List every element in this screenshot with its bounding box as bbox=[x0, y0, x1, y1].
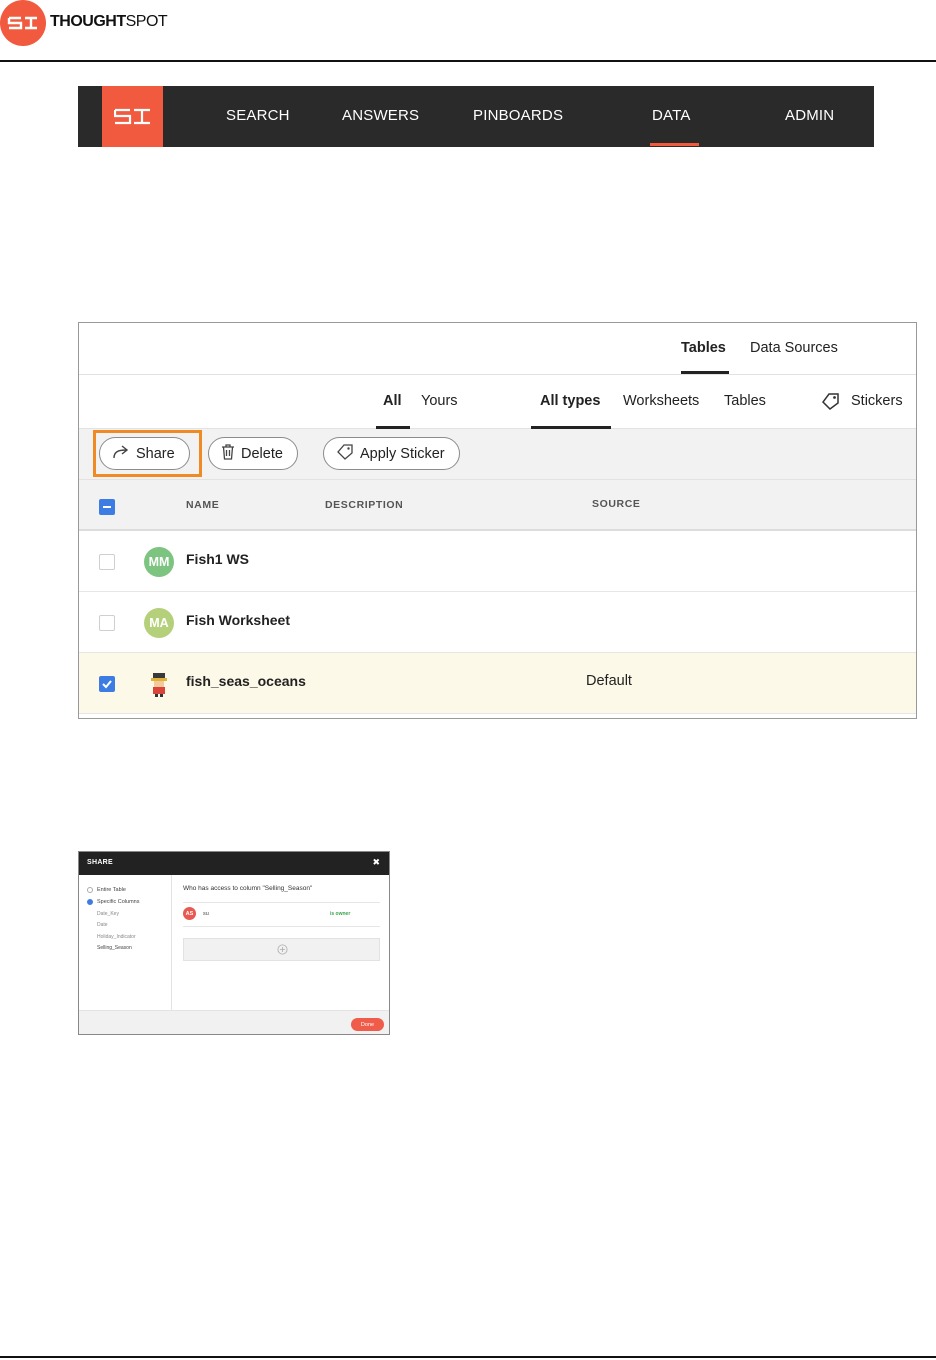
footer-rule bbox=[0, 1356, 936, 1358]
user-name: su bbox=[203, 911, 209, 917]
share-dialog-footer: Done bbox=[79, 1010, 389, 1034]
share-arrow-icon bbox=[112, 444, 130, 463]
filter-all-types[interactable]: All types bbox=[540, 393, 600, 409]
delete-button[interactable]: Delete bbox=[208, 437, 298, 470]
brand-name: THOUGHTSPOT bbox=[50, 13, 168, 31]
top-navigation-bar: SEARCH ANSWERS PINBOARDS DATA ADMIN bbox=[78, 86, 874, 147]
filter-all[interactable]: All bbox=[383, 393, 402, 409]
column-header-source[interactable]: SOURCE bbox=[592, 498, 641, 510]
avatar: MA bbox=[144, 608, 174, 638]
share-scope-sidebar: Entire Table Specific Columns Date_Key D… bbox=[79, 875, 172, 1010]
column-item[interactable]: Holiday_Indicator bbox=[97, 934, 136, 940]
column-item[interactable]: Selling_Season bbox=[97, 945, 132, 951]
minus-icon bbox=[103, 506, 111, 508]
tab-data-sources[interactable]: Data Sources bbox=[750, 340, 838, 356]
category-tabs-row: Tables Data Sources bbox=[79, 323, 916, 375]
share-button[interactable]: Share bbox=[99, 437, 190, 470]
brand-name-regular: SPOT bbox=[125, 13, 168, 30]
select-all-checkbox[interactable] bbox=[99, 499, 115, 515]
divider bbox=[183, 926, 380, 927]
action-toolbar: Share Delete Apply Sticker bbox=[79, 429, 916, 480]
nav-item-pinboards[interactable]: PINBOARDS bbox=[473, 107, 563, 124]
column-header-description[interactable]: DESCRIPTION bbox=[325, 499, 403, 511]
specific-columns-label: Specific Columns bbox=[97, 899, 140, 905]
nav-item-search[interactable]: SEARCH bbox=[226, 107, 290, 124]
active-tab-indicator bbox=[681, 371, 729, 374]
sticker-tag-icon bbox=[821, 393, 840, 415]
apply-sticker-button[interactable]: Apply Sticker bbox=[323, 437, 460, 470]
active-nav-indicator bbox=[650, 143, 699, 146]
checkmark-icon bbox=[102, 680, 112, 689]
access-question: Who has access to column "Selling_Season… bbox=[183, 885, 313, 892]
filter-row: All Yours All types Worksheets Tables St… bbox=[79, 376, 916, 429]
row-source: Default bbox=[586, 673, 632, 689]
entire-table-radio[interactable] bbox=[87, 887, 93, 893]
row-checkbox[interactable] bbox=[99, 676, 115, 692]
nav-item-admin[interactable]: ADMIN bbox=[785, 107, 834, 124]
specific-columns-radio[interactable] bbox=[87, 899, 93, 905]
thoughtspot-logo-icon bbox=[0, 0, 46, 46]
nav-item-answers[interactable]: ANSWERS bbox=[342, 107, 419, 124]
table-header: NAME DESCRIPTION SOURCE bbox=[79, 480, 916, 531]
stickers-button[interactable]: Stickers bbox=[851, 393, 903, 409]
share-dialog-header: SHARE ✖ bbox=[79, 852, 389, 875]
home-logo-button[interactable] bbox=[102, 86, 163, 147]
tag-icon bbox=[336, 443, 354, 464]
brand-name-bold: THOUGHT bbox=[50, 13, 126, 30]
document-header: THOUGHTSPOT bbox=[0, 0, 936, 62]
filter-worksheets[interactable]: Worksheets bbox=[623, 393, 699, 409]
column-item[interactable]: Date_Key bbox=[97, 911, 119, 917]
table-row[interactable]: fish_seas_oceans Default bbox=[79, 653, 916, 714]
share-button-label: Share bbox=[136, 445, 175, 462]
tab-tables[interactable]: Tables bbox=[681, 340, 726, 356]
data-list-panel: Tables Data Sources All Yours All types … bbox=[78, 322, 917, 719]
close-icon[interactable]: ✖ bbox=[372, 857, 380, 868]
row-checkbox[interactable] bbox=[99, 615, 115, 631]
nav-item-data[interactable]: DATA bbox=[652, 107, 691, 124]
trash-icon bbox=[221, 443, 235, 464]
avatar: MM bbox=[144, 547, 174, 577]
divider bbox=[183, 902, 380, 903]
owner-badge: is owner bbox=[330, 911, 351, 917]
done-button[interactable]: Done bbox=[351, 1018, 384, 1031]
row-name[interactable]: Fish1 WS bbox=[186, 551, 249, 567]
row-name[interactable]: Fish Worksheet bbox=[186, 612, 290, 628]
filter-yours[interactable]: Yours bbox=[421, 393, 458, 409]
column-item[interactable]: Date bbox=[97, 922, 108, 928]
apply-sticker-button-label: Apply Sticker bbox=[360, 445, 445, 462]
entire-table-label: Entire Table bbox=[97, 887, 126, 893]
add-user-button[interactable] bbox=[183, 938, 380, 961]
avatar: AS bbox=[183, 907, 196, 920]
table-row[interactable]: MA Fish Worksheet bbox=[79, 592, 916, 653]
filter-tables[interactable]: Tables bbox=[724, 393, 766, 409]
row-checkbox[interactable] bbox=[99, 554, 115, 570]
plus-circle-icon bbox=[277, 944, 288, 955]
row-name[interactable]: fish_seas_oceans bbox=[186, 673, 306, 689]
robot-icon bbox=[144, 669, 174, 699]
delete-button-label: Delete bbox=[241, 445, 283, 462]
share-dialog: SHARE ✖ Entire Table Specific Columns Da… bbox=[78, 851, 390, 1035]
share-dialog-title: SHARE bbox=[87, 859, 114, 866]
column-header-name[interactable]: NAME bbox=[186, 499, 219, 511]
table-row[interactable]: MM Fish1 WS bbox=[79, 531, 916, 592]
